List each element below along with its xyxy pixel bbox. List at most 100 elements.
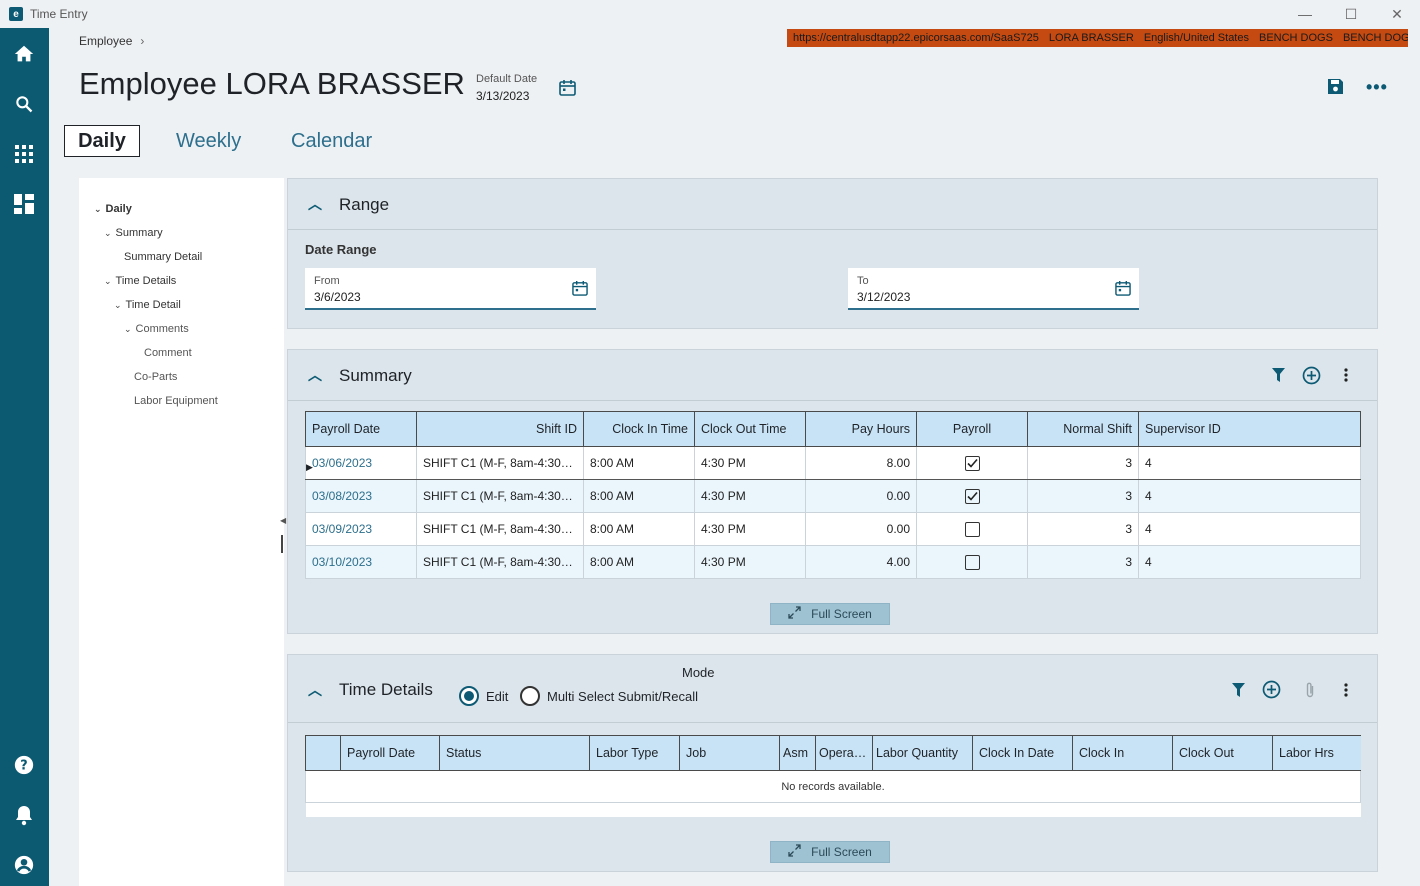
normal-shift-cell[interactable]: 3: [1027, 545, 1139, 579]
payroll-checkbox[interactable]: [964, 488, 980, 504]
breadcrumb-employee[interactable]: Employee: [79, 34, 132, 48]
tab-weekly[interactable]: Weekly: [176, 125, 241, 157]
dashboard-icon[interactable]: [12, 192, 36, 216]
supervisor-id-cell[interactable]: 4: [1138, 479, 1361, 513]
payroll-date-cell[interactable]: 03/06/2023: [305, 446, 417, 480]
filter-icon[interactable]: [1272, 368, 1285, 385]
column-header-clock-out-time[interactable]: Clock Out Time: [694, 411, 806, 447]
supervisor-id-cell[interactable]: 4: [1138, 512, 1361, 546]
supervisor-id-cell[interactable]: 4: [1138, 545, 1361, 579]
tab-daily[interactable]: Daily: [64, 125, 140, 157]
tree-item-summary-detail[interactable]: Summary Detail: [124, 251, 202, 263]
column-header-job[interactable]: Job: [679, 735, 780, 771]
from-value[interactable]: 3/6/2023: [314, 290, 361, 304]
pay-hours-cell[interactable]: 4.00: [805, 545, 917, 579]
minimize-button[interactable]: —: [1282, 0, 1328, 28]
add-icon[interactable]: [1302, 366, 1321, 388]
payroll-checkbox[interactable]: [964, 521, 980, 537]
tree-item-comments[interactable]: ⌄ Comments: [124, 323, 189, 335]
calendar-icon[interactable]: [572, 280, 588, 299]
clock-in-cell[interactable]: 8:00 AM: [583, 512, 695, 546]
mode-edit-label[interactable]: Edit: [486, 689, 508, 704]
clock-out-cell[interactable]: 4:30 PM: [694, 512, 806, 546]
normal-shift-cell[interactable]: 3: [1027, 512, 1139, 546]
to-date-field[interactable]: To 3/12/2023: [848, 268, 1139, 310]
more-icon[interactable]: •••: [1366, 77, 1388, 98]
clock-out-cell[interactable]: 4:30 PM: [694, 545, 806, 579]
column-header-select[interactable]: [305, 735, 341, 771]
chevron-down-icon[interactable]: ⌄: [104, 228, 112, 238]
tree-item-time-detail[interactable]: ⌄ Time Detail: [114, 299, 181, 311]
payroll-cell[interactable]: [916, 446, 1028, 480]
tree-item-labor-equipment[interactable]: Labor Equipment: [134, 395, 218, 407]
tree-item-time-details[interactable]: ⌄ Time Details: [104, 275, 176, 287]
shift-id-cell[interactable]: SHIFT C1 (M-F, 8am-4:30…: [416, 479, 584, 513]
mode-multi-select-label[interactable]: Multi Select Submit/Recall: [547, 689, 698, 704]
payroll-checkbox[interactable]: [964, 455, 980, 471]
table-row[interactable]: 03/08/2023 SHIFT C1 (M-F, 8am-4:30… 8:00…: [305, 479, 1361, 513]
column-header-status[interactable]: Status: [439, 735, 590, 771]
home-icon[interactable]: [12, 42, 36, 66]
tab-calendar[interactable]: Calendar: [291, 125, 372, 157]
shift-id-cell[interactable]: SHIFT C1 (M-F, 8am-4:30…: [416, 545, 584, 579]
kebab-icon[interactable]: [1344, 683, 1348, 700]
clock-out-cell[interactable]: 4:30 PM: [694, 479, 806, 513]
help-icon[interactable]: ?: [12, 753, 36, 777]
pay-hours-cell[interactable]: 8.00: [805, 446, 917, 480]
payroll-cell[interactable]: [916, 479, 1028, 513]
pay-hours-cell[interactable]: 0.00: [805, 512, 917, 546]
chevron-up-icon[interactable]: ︿: [308, 365, 322, 385]
time-details-full-screen-button[interactable]: Full Screen: [770, 841, 890, 863]
maximize-button[interactable]: ☐: [1328, 0, 1374, 28]
bell-icon[interactable]: [12, 803, 36, 827]
kebab-icon[interactable]: [1344, 368, 1348, 385]
mode-multi-select-radio[interactable]: [520, 686, 540, 706]
normal-shift-cell[interactable]: 3: [1027, 446, 1139, 480]
table-row[interactable]: 03/09/2023 SHIFT C1 (M-F, 8am-4:30… 8:00…: [305, 512, 1361, 546]
tree-item-daily[interactable]: ⌄ Daily: [94, 203, 132, 215]
chevron-down-icon[interactable]: ⌄: [104, 276, 112, 286]
chevron-down-icon[interactable]: ⌄: [94, 204, 102, 214]
table-row[interactable]: 03/06/2023 SHIFT C1 (M-F, 8am-4:30… 8:00…: [305, 446, 1361, 480]
to-value[interactable]: 3/12/2023: [857, 290, 910, 304]
shift-id-cell[interactable]: SHIFT C1 (M-F, 8am-4:30…: [416, 512, 584, 546]
column-header-payroll-date[interactable]: Payroll Date: [305, 411, 417, 447]
pay-hours-cell[interactable]: 0.00: [805, 479, 917, 513]
column-header-asm[interactable]: Asm: [779, 735, 816, 771]
attachment-icon[interactable]: [1305, 681, 1315, 702]
column-header-labor-hrs[interactable]: Labor Hrs: [1272, 735, 1361, 771]
chevron-down-icon[interactable]: ⌄: [124, 324, 132, 334]
default-date-value[interactable]: 3/13/2023: [476, 89, 529, 103]
shift-id-cell[interactable]: SHIFT C1 (M-F, 8am-4:30…: [416, 446, 584, 480]
column-header-labor-quantity[interactable]: Labor Quantity: [872, 735, 973, 771]
splitter-handle[interactable]: [281, 535, 283, 553]
calendar-icon[interactable]: [1115, 280, 1131, 299]
column-header-clock-in-time[interactable]: Clock In Time: [583, 411, 695, 447]
column-header-operation[interactable]: Opera…: [815, 735, 873, 771]
tree-item-comment[interactable]: Comment: [144, 347, 192, 359]
filter-icon[interactable]: [1232, 683, 1245, 700]
payroll-date-cell[interactable]: 03/10/2023: [305, 545, 417, 579]
table-row[interactable]: 03/10/2023 SHIFT C1 (M-F, 8am-4:30… 8:00…: [305, 545, 1361, 579]
summary-full-screen-button[interactable]: Full Screen: [770, 603, 890, 625]
column-header-labor-type[interactable]: Labor Type: [589, 735, 680, 771]
payroll-checkbox[interactable]: [964, 554, 980, 570]
from-date-field[interactable]: From 3/6/2023: [305, 268, 596, 310]
close-button[interactable]: ✕: [1374, 0, 1420, 28]
clock-in-cell[interactable]: 8:00 AM: [583, 446, 695, 480]
calendar-icon[interactable]: [559, 79, 576, 99]
apps-grid-icon[interactable]: [12, 142, 36, 166]
column-header-clock-out[interactable]: Clock Out: [1172, 735, 1273, 771]
clock-in-cell[interactable]: 8:00 AM: [583, 545, 695, 579]
column-header-clock-in-date[interactable]: Clock In Date: [972, 735, 1073, 771]
collapse-tree-arrow-icon[interactable]: ◀: [280, 516, 286, 525]
column-header-payroll-date[interactable]: Payroll Date: [340, 735, 440, 771]
column-header-payroll[interactable]: Payroll: [916, 411, 1028, 447]
normal-shift-cell[interactable]: 3: [1027, 479, 1139, 513]
chevron-up-icon[interactable]: ︿: [308, 680, 322, 700]
column-header-normal-shift[interactable]: Normal Shift: [1027, 411, 1139, 447]
column-header-clock-in[interactable]: Clock In: [1072, 735, 1173, 771]
supervisor-id-cell[interactable]: 4: [1138, 446, 1361, 480]
mode-edit-radio[interactable]: [459, 686, 479, 706]
search-icon[interactable]: [12, 92, 36, 116]
